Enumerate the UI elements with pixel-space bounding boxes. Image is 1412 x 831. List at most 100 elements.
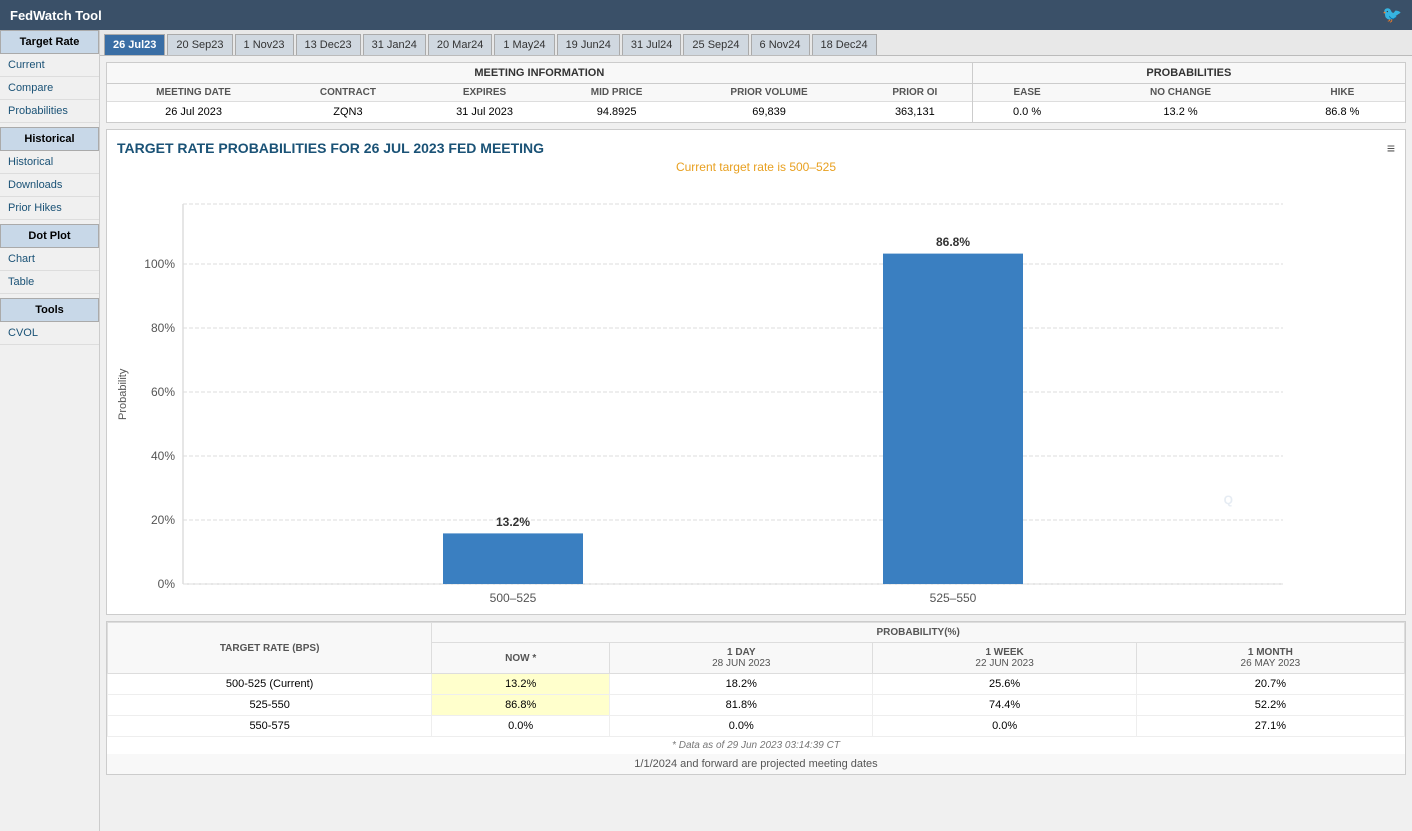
svg-text:Q: Q <box>1224 493 1233 507</box>
svg-text:40%: 40% <box>151 449 175 463</box>
col-no-change: NO CHANGE <box>1081 84 1279 102</box>
col-mid-price: MID PRICE <box>553 84 680 102</box>
sidebar-item-prior-hikes[interactable]: Prior Hikes <box>0 197 99 220</box>
app-header: FedWatch Tool 🐦 <box>0 0 1412 30</box>
info-section: MEETING INFORMATION MEETING DATE CONTRAC… <box>106 62 1406 123</box>
svg-text:525–550: 525–550 <box>930 591 977 604</box>
meeting-date-value: 26 Jul 2023 <box>107 102 280 123</box>
date-tab-11[interactable]: 18 Dec24 <box>812 34 877 55</box>
day1-525-550: 81.8% <box>610 695 873 716</box>
meeting-info-table: MEETING DATE CONTRACT EXPIRES MID PRICE … <box>107 84 972 122</box>
date-tab-9[interactable]: 25 Sep24 <box>683 34 748 55</box>
rate-550-575: 550-575 <box>108 716 432 737</box>
now-550-575: 0.0% <box>432 716 610 737</box>
col-probability-pct: PROBABILITY(%) <box>432 623 1405 643</box>
date-tab-5[interactable]: 20 Mar24 <box>428 34 492 55</box>
svg-text:60%: 60% <box>151 385 175 399</box>
day1-500-525: 18.2% <box>610 674 873 695</box>
col-target-rate-bps: TARGET RATE (BPS) <box>108 623 432 674</box>
svg-text:80%: 80% <box>151 321 175 335</box>
probabilities-table: EASE NO CHANGE HIKE 0.0 % 13.2 % 86.8 % <box>973 84 1405 122</box>
svg-text:86.8%: 86.8% <box>936 235 970 249</box>
meeting-info-title: MEETING INFORMATION <box>107 63 972 84</box>
date-tabs: 26 Jul23 20 Sep23 1 Nov23 13 Dec23 31 Ja… <box>100 30 1412 56</box>
date-tab-6[interactable]: 1 May24 <box>494 34 554 55</box>
sidebar-section-historical[interactable]: Historical <box>0 127 99 151</box>
table-row: 550-575 0.0% 0.0% 0.0% 27.1% <box>108 716 1405 737</box>
bar-chart-svg: 0% 20% 40% 60% 80% 100% 13.2% 500–525 <box>133 184 1333 604</box>
now-500-525: 13.2% <box>432 674 610 695</box>
contract-value: ZQN3 <box>280 102 416 123</box>
col-prior-volume: PRIOR VOLUME <box>680 84 858 102</box>
sidebar-item-current[interactable]: Current <box>0 54 99 77</box>
sidebar-section-target-rate[interactable]: Target Rate <box>0 30 99 54</box>
col-hike: HIKE <box>1280 84 1405 102</box>
svg-text:0%: 0% <box>158 577 176 591</box>
month1-550-575: 27.1% <box>1136 716 1404 737</box>
table-row: 500-525 (Current) 13.2% 18.2% 25.6% 20.7… <box>108 674 1405 695</box>
date-tab-7[interactable]: 19 Jun24 <box>557 34 620 55</box>
date-tab-3[interactable]: 13 Dec23 <box>296 34 361 55</box>
no-change-value: 13.2 % <box>1081 102 1279 123</box>
sidebar-item-compare[interactable]: Compare <box>0 77 99 100</box>
meeting-info: MEETING INFORMATION MEETING DATE CONTRAC… <box>107 63 973 122</box>
projected-note: 1/1/2024 and forward are projected meeti… <box>107 754 1405 774</box>
col-expires: EXPIRES <box>416 84 553 102</box>
bar-500-525 <box>443 533 583 584</box>
app-title: FedWatch Tool <box>10 8 102 23</box>
week1-550-575: 0.0% <box>873 716 1136 737</box>
col-1week: 1 WEEK22 JUN 2023 <box>873 643 1136 674</box>
week1-525-550: 74.4% <box>873 695 1136 716</box>
date-tab-10[interactable]: 6 Nov24 <box>751 34 810 55</box>
chart-subtitle: Current target rate is 500–525 <box>117 160 1395 174</box>
month1-500-525: 20.7% <box>1136 674 1404 695</box>
rate-525-550: 525-550 <box>108 695 432 716</box>
month1-525-550: 52.2% <box>1136 695 1404 716</box>
expires-value: 31 Jul 2023 <box>416 102 553 123</box>
svg-text:100%: 100% <box>144 257 175 271</box>
bar-525-550 <box>883 254 1023 584</box>
sidebar: Target Rate Current Compare Probabilitie… <box>0 30 100 831</box>
sidebar-item-downloads[interactable]: Downloads <box>0 174 99 197</box>
chart-title: TARGET RATE PROBABILITIES FOR 26 JUL 202… <box>117 140 1395 156</box>
ease-value: 0.0 % <box>973 102 1082 123</box>
hike-value: 86.8 % <box>1280 102 1405 123</box>
col-now: NOW * <box>432 643 610 674</box>
col-contract: CONTRACT <box>280 84 416 102</box>
y-axis-label: Probability <box>117 204 129 584</box>
now-525-550: 86.8% <box>432 695 610 716</box>
date-tab-8[interactable]: 31 Jul24 <box>622 34 682 55</box>
sidebar-item-cvol[interactable]: CVOL <box>0 322 99 345</box>
date-tab-1[interactable]: 20 Sep23 <box>167 34 232 55</box>
prior-volume-value: 69,839 <box>680 102 858 123</box>
probabilities-info: PROBABILITIES EASE NO CHANGE HIKE 0.0 % … <box>973 63 1405 122</box>
main-content: 26 Jul23 20 Sep23 1 Nov23 13 Dec23 31 Ja… <box>100 30 1412 831</box>
footnote: * Data as of 29 Jun 2023 03:14:39 CT <box>107 737 1405 754</box>
col-1day: 1 DAY28 JUN 2023 <box>610 643 873 674</box>
bottom-probability-table: TARGET RATE (BPS) PROBABILITY(%) NOW * 1… <box>107 622 1405 737</box>
date-tab-0[interactable]: 26 Jul23 <box>104 34 165 55</box>
chart-menu-icon[interactable]: ≡ <box>1387 140 1395 156</box>
date-tab-4[interactable]: 31 Jan24 <box>363 34 426 55</box>
bottom-table-container: TARGET RATE (BPS) PROBABILITY(%) NOW * 1… <box>106 621 1406 775</box>
prior-oi-value: 363,131 <box>858 102 972 123</box>
sidebar-item-probabilities[interactable]: Probabilities <box>0 100 99 123</box>
table-row: 525-550 86.8% 81.8% 74.4% 52.2% <box>108 695 1405 716</box>
sidebar-section-tools[interactable]: Tools <box>0 298 99 322</box>
svg-text:13.2%: 13.2% <box>496 515 530 529</box>
day1-550-575: 0.0% <box>610 716 873 737</box>
col-1month: 1 MONTH26 MAY 2023 <box>1136 643 1404 674</box>
sidebar-section-dot-plot[interactable]: Dot Plot <box>0 224 99 248</box>
col-meeting-date: MEETING DATE <box>107 84 280 102</box>
twitter-icon[interactable]: 🐦 <box>1382 5 1402 25</box>
week1-500-525: 25.6% <box>873 674 1136 695</box>
sidebar-item-historical[interactable]: Historical <box>0 151 99 174</box>
col-ease: EASE <box>973 84 1082 102</box>
date-tab-2[interactable]: 1 Nov23 <box>235 34 294 55</box>
probabilities-title: PROBABILITIES <box>973 63 1405 84</box>
col-prior-oi: PRIOR OI <box>858 84 972 102</box>
sidebar-item-chart[interactable]: Chart <box>0 248 99 271</box>
sidebar-item-table[interactable]: Table <box>0 271 99 294</box>
chart-container: TARGET RATE PROBABILITIES FOR 26 JUL 202… <box>106 129 1406 615</box>
mid-price-value: 94.8925 <box>553 102 680 123</box>
